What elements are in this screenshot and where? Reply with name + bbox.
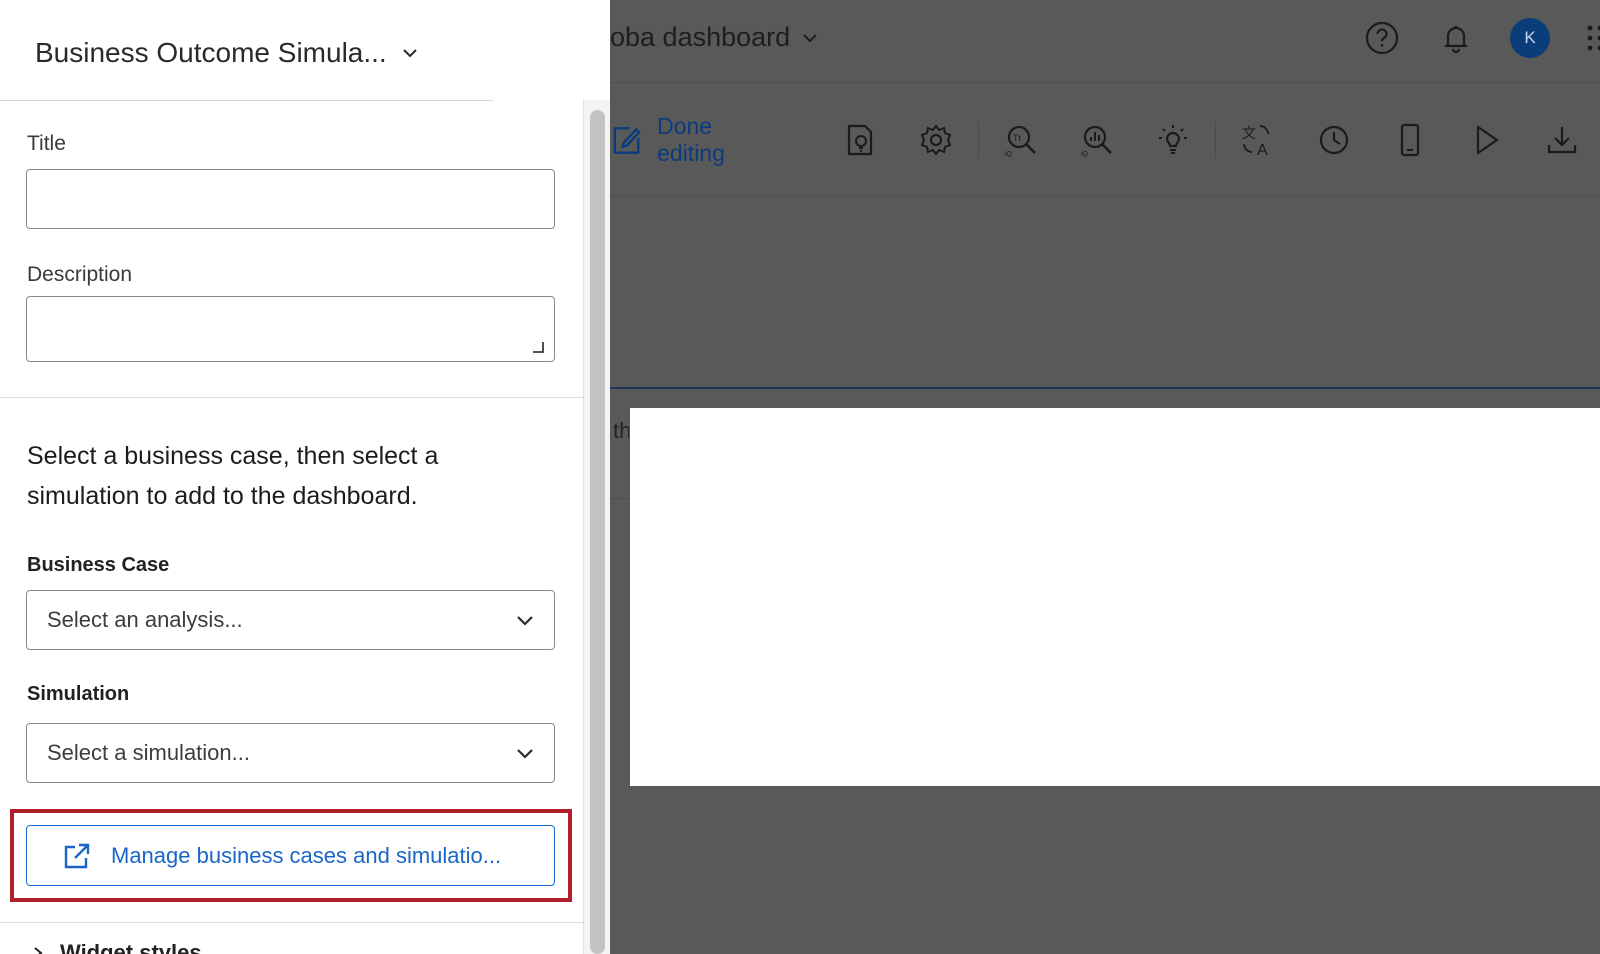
header-divider xyxy=(610,82,1600,83)
simulation-placeholder: Select a simulation... xyxy=(47,740,250,765)
widget-styles-label: Widget styles xyxy=(60,940,202,954)
done-editing-button[interactable]: Done editing xyxy=(610,113,783,167)
business-case-label: Business Case xyxy=(27,554,170,576)
play-icon[interactable] xyxy=(1468,122,1504,158)
business-case-placeholder: Select an analysis... xyxy=(47,607,243,632)
description-textarea[interactable] xyxy=(26,296,555,362)
chevron-down-icon xyxy=(517,616,533,626)
widget-editor-panel: Business Outcome Simula... Title Descrip… xyxy=(0,0,610,954)
toolbar-separator xyxy=(1215,122,1216,158)
scrollbar-thumb[interactable] xyxy=(590,110,605,954)
svg-text:Tt: Tt xyxy=(1013,133,1021,143)
dashboard-title-dropdown[interactable]: oba dashboard xyxy=(610,22,820,53)
external-link-icon xyxy=(64,843,90,868)
business-case-select[interactable]: Select an analysis... xyxy=(26,590,555,650)
chevron-down-icon xyxy=(402,49,417,58)
widget-preview-card[interactable] xyxy=(630,408,1600,786)
toolbar-divider xyxy=(610,195,1600,196)
widget-type-dropdown[interactable]: Business Outcome Simula... xyxy=(35,37,419,69)
avatar[interactable]: K xyxy=(1510,18,1550,58)
title-input[interactable] xyxy=(26,169,555,229)
panel-scrollbar[interactable] xyxy=(583,100,610,954)
section-divider xyxy=(0,397,583,398)
simulation-select[interactable]: Select a simulation... xyxy=(26,723,555,783)
dashboard-topbar: oba dashboard K xyxy=(610,0,1600,82)
insight-page-icon[interactable] xyxy=(843,122,878,158)
title-label: Title xyxy=(27,132,66,155)
description-label: Description xyxy=(27,263,133,286)
toolbar-separator xyxy=(978,122,980,158)
editor-toolbar: Done editing Tt iQ iQ 文A xyxy=(610,110,1600,170)
truncated-widget-text: th xyxy=(613,418,629,443)
widget-selection-line xyxy=(610,387,1600,389)
lightbulb-icon[interactable] xyxy=(1155,122,1191,158)
history-clock-icon[interactable] xyxy=(1316,122,1352,158)
svg-text:iQ: iQ xyxy=(1081,151,1089,158)
chevron-down-icon xyxy=(517,749,533,759)
manage-button-label: Manage business cases and simulatio... xyxy=(111,842,502,868)
widget-divider xyxy=(610,498,630,499)
stats-analytics-icon[interactable]: iQ xyxy=(1079,122,1115,158)
mobile-device-icon[interactable] xyxy=(1392,122,1428,158)
svg-text:iQ: iQ xyxy=(1005,151,1013,158)
simulation-label: Simulation xyxy=(27,683,130,705)
instructions-text: Select a business case, then select a si… xyxy=(27,442,439,510)
edit-icon xyxy=(613,127,641,154)
chevron-right-icon xyxy=(34,947,43,954)
avatar-initial: K xyxy=(1510,18,1550,58)
svg-text:A: A xyxy=(1257,142,1268,158)
download-icon[interactable] xyxy=(1544,122,1580,158)
text-analytics-icon[interactable]: Tt iQ xyxy=(1003,122,1039,158)
panel-title: Business Outcome Simula... xyxy=(35,37,387,68)
app-grid-icon[interactable] xyxy=(1584,18,1600,58)
section-divider xyxy=(0,922,583,923)
panel-header: Business Outcome Simula... xyxy=(0,0,493,101)
bell-icon[interactable] xyxy=(1436,18,1476,58)
resize-grip-icon[interactable] xyxy=(531,340,545,354)
help-icon[interactable] xyxy=(1362,18,1402,58)
manage-business-cases-button[interactable]: Manage business cases and simulatio... xyxy=(26,825,555,886)
svg-text:文: 文 xyxy=(1242,125,1256,141)
translate-icon[interactable]: 文A xyxy=(1240,122,1276,158)
dashboard-title: oba dashboard xyxy=(610,22,791,52)
chevron-down-icon xyxy=(803,33,817,42)
widget-styles-section-toggle[interactable]: Widget styles xyxy=(30,940,202,954)
done-editing-label: Done editing xyxy=(657,113,725,166)
settings-gear-icon[interactable] xyxy=(918,122,954,158)
